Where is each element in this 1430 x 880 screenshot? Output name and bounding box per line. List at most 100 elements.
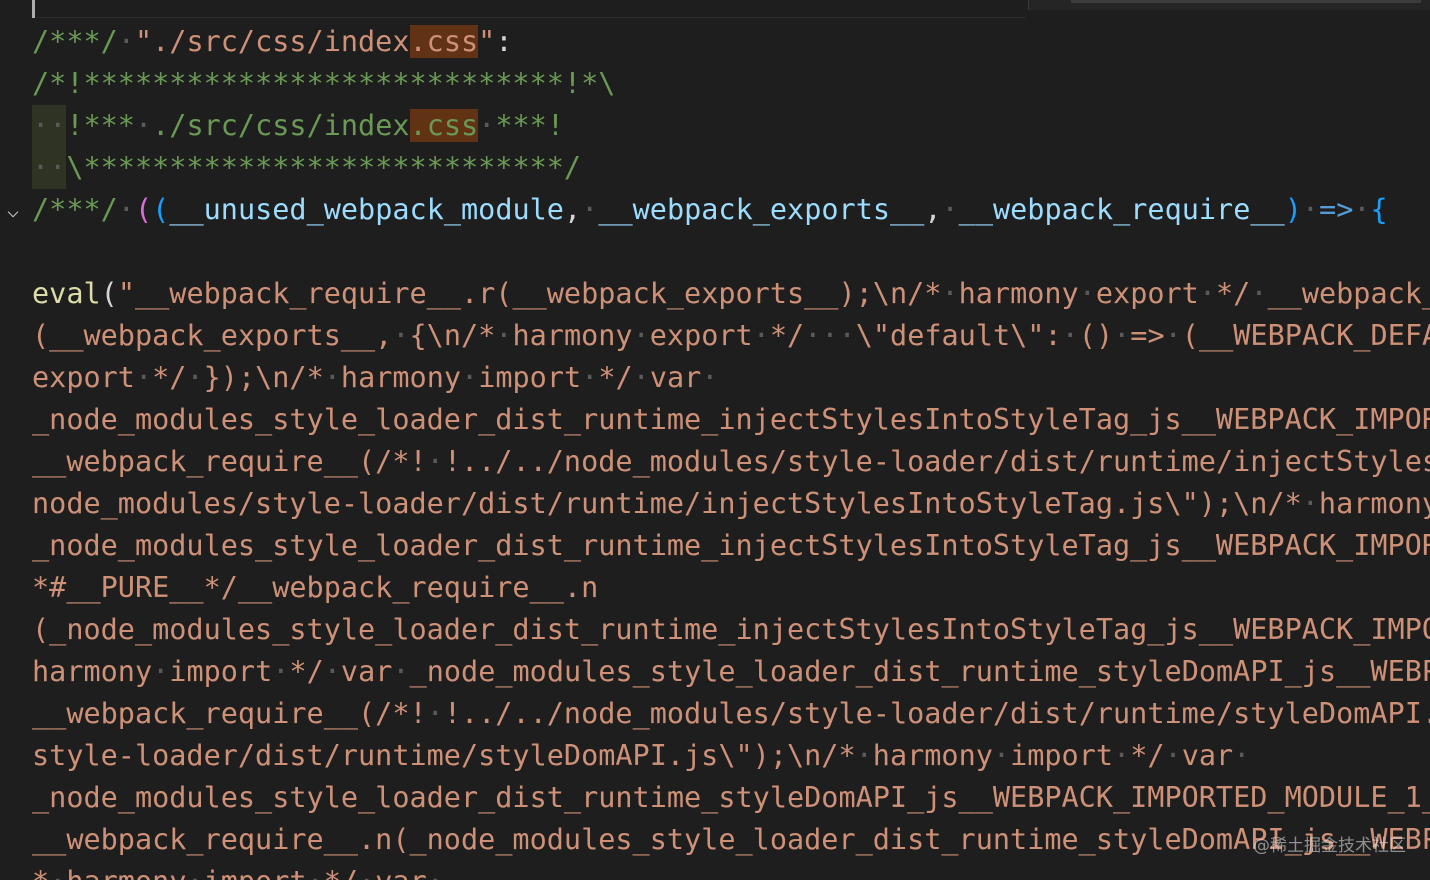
code-token: · [1164, 739, 1182, 772]
code-token: · [272, 655, 290, 688]
code-token: · [632, 319, 650, 352]
code-line[interactable]: node_modules/style-loader/dist/runtime/i… [0, 483, 1430, 525]
code-line[interactable]: ··!***·./src/css/index.css·***! [0, 105, 1430, 147]
code-token: */ [1216, 277, 1251, 310]
code-token: \****************************/ [66, 151, 582, 184]
code-line[interactable]: eval("__webpack_require__.r(__webpack_ex… [0, 273, 1430, 315]
code-token: _node_modules_style_loader_dist_runtime_… [32, 403, 1430, 436]
text-cursor [32, 0, 35, 18]
code-token: export [32, 361, 135, 394]
code-line[interactable]: *#__PURE__*/__webpack_require__.n [0, 567, 1430, 609]
code-token: · [495, 319, 513, 352]
code-token: · [1061, 319, 1079, 352]
code-token: · [1078, 277, 1096, 310]
find-match-highlight: .css [409, 25, 479, 58]
find-input-edge[interactable] [1071, 0, 1421, 3]
code-token: });\n/* [203, 361, 324, 394]
code-token: var [1181, 739, 1234, 772]
code-token: __webpack_require__(/*! [32, 697, 427, 730]
code-token: ./src/css/index [152, 109, 410, 142]
code-line[interactable]: ··\****************************/ [0, 147, 1430, 189]
code-token: harmony [32, 655, 153, 688]
find-widget-edge [1028, 0, 1430, 10]
code-line[interactable]: /***/·"./src/css/index.css": [0, 21, 1430, 63]
code-token: { [1370, 193, 1388, 226]
code-token: *#__PURE__*/__webpack_require__.n [32, 571, 599, 604]
code-token: !*** [66, 109, 135, 142]
code-token: var [649, 361, 702, 394]
code-token: · [152, 655, 170, 688]
code-token: _node_modules_style_loader_dist_runtime_… [409, 655, 1430, 688]
indent-guide: ·· [32, 147, 67, 189]
code-token: · [1233, 739, 1251, 772]
code-token: · [1250, 277, 1268, 310]
code-line[interactable]: _node_modules_style_loader_dist_runtime_… [0, 525, 1430, 567]
watermark: @稀土掘金技术社区 [1253, 836, 1406, 856]
code-token: , [563, 193, 582, 226]
code-line[interactable]: _node_modules_style_loader_dist_runtime_… [0, 777, 1430, 819]
code-token: · [186, 361, 204, 394]
code-line[interactable]: __webpack_require__(/*!·!../../node_modu… [0, 441, 1430, 483]
code-token: · [49, 865, 66, 880]
code-token: · [134, 361, 153, 394]
code-token: ( [134, 193, 153, 226]
code-token: harmony [872, 739, 993, 772]
code-token: => [1319, 193, 1354, 226]
code-token: · [427, 865, 444, 880]
code-token: · [323, 361, 341, 394]
code-token: · [134, 109, 153, 142]
code-token: __webpack_require__(/*! [32, 445, 427, 478]
code-line[interactable]: style-loader/dist/runtime/styleDomAPI.js… [0, 735, 1430, 777]
code-token: : [495, 25, 513, 58]
code-token: style-loader/dist/runtime/styleDomAPI.js… [32, 739, 856, 772]
code-token: "./src/css/index [134, 25, 410, 58]
code-token: _node_modules_style_loader_dist_runtime_… [32, 529, 1430, 562]
code-token: , [924, 193, 942, 226]
code-token: eval [32, 277, 101, 310]
code-line[interactable]: _node_modules_style_loader_dist_runtime_… [0, 399, 1430, 441]
code-token: __webpack_require__.n(_node_modules_styl… [32, 823, 1430, 856]
code-line[interactable]: export·*/·});\n/*·harmony·import·*/·var· [0, 357, 1430, 399]
code-lines[interactable]: /***/·"./src/css/index.css":/*!*********… [0, 21, 1430, 880]
code-token: export [649, 319, 753, 352]
code-line[interactable]: __webpack_require__.n(_node_modules_styl… [0, 819, 1430, 861]
code-editor[interactable]: /***/·"./src/css/index.css":/*!*********… [0, 0, 1430, 880]
code-token: · [117, 193, 135, 226]
code-token: __webpack_require__ [958, 193, 1285, 226]
code-line[interactable]: (_node_modules_style_loader_dist_runtime… [0, 609, 1430, 651]
code-token: => [1130, 319, 1165, 352]
code-token: · [752, 319, 770, 352]
code-token: import [1010, 739, 1114, 772]
code-token: · [1301, 487, 1319, 520]
code-token: */ [324, 865, 358, 880]
code-token: /***/ [32, 193, 118, 226]
code-token: ***! [495, 109, 564, 142]
code-line[interactable]: (__webpack_exports__,·{\n/*·harmony·expo… [0, 315, 1430, 357]
code-token: {\n/* [409, 319, 496, 352]
code-token: harmony [66, 865, 186, 880]
code-token: · [804, 319, 822, 352]
code-token: () [1078, 319, 1114, 352]
code-line[interactable]: ⌵/***/·((__unused_webpack_module,·__webp… [0, 189, 1430, 231]
code-line[interactable]: *·harmony·import·*/·var· [0, 861, 1430, 880]
code-token: _node_modules_style_loader_dist_runtime_… [32, 781, 1430, 814]
code-token: · [941, 277, 959, 310]
code-token: "__webpack_require__.r(__webpack_exports… [117, 277, 942, 310]
code-token: * [32, 865, 49, 880]
code-line[interactable]: __webpack_require__(/*!·!../../node_modu… [0, 693, 1430, 735]
code-token: · [838, 319, 856, 352]
code-line[interactable]: /*!****************************!*\ [0, 63, 1430, 105]
code-token: node_modules/style-loader/dist/runtime/i… [32, 487, 1302, 520]
code-token: · [1113, 739, 1131, 772]
code-token: · [1164, 319, 1182, 352]
code-token: · [701, 361, 719, 394]
fold-chevron-icon[interactable]: ⌵ [2, 189, 24, 231]
code-line[interactable] [0, 231, 1430, 273]
code-token: !../../node_modules/style-loader/dist/ru… [443, 697, 1430, 730]
code-token: harmony [340, 361, 462, 394]
code-token: */ [152, 361, 187, 394]
code-token: */ [598, 361, 633, 394]
code-token: /*!****************************!*\ [32, 67, 616, 100]
code-line[interactable]: harmony·import·*/·var·_node_modules_styl… [0, 651, 1430, 693]
code-token: " [478, 25, 496, 58]
